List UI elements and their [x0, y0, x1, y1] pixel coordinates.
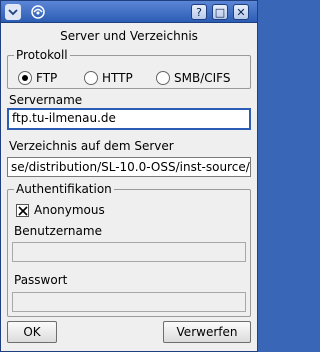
directory-input[interactable]: se/distribution/SL-10.0-OSS/inst-source/ — [7, 157, 251, 177]
close-button[interactable]: ✕ — [233, 4, 249, 20]
protocol-group: Protokoll FTP HTTP SMB/CIFS — [7, 48, 251, 89]
ok-button[interactable]: OK — [7, 321, 57, 343]
password-label: Passwort — [14, 273, 68, 287]
anonymous-checkbox[interactable]: Anonymous — [16, 202, 105, 218]
cancel-button[interactable]: Verwerfen — [163, 321, 251, 343]
radio-smb[interactable]: SMB/CIFS — [156, 69, 230, 87]
server-input[interactable]: ftp.tu-ilmenau.de — [7, 108, 251, 130]
anonymous-checkbox-box[interactable] — [16, 203, 29, 217]
radio-ftp-indicator[interactable] — [18, 71, 32, 85]
username-label: Benutzername — [14, 224, 102, 238]
anonymous-label: Anonymous — [34, 203, 105, 217]
auth-group: Authentifikation Anonymous Benutzername … — [7, 182, 251, 317]
directory-label: Verzeichnis auf dem Server — [9, 139, 174, 153]
password-input[interactable] — [12, 292, 246, 312]
title-bar[interactable]: ? □ ✕ — [1, 1, 257, 23]
radio-http-indicator[interactable] — [84, 71, 98, 85]
server-label: Servername — [9, 93, 83, 107]
radio-smb-indicator[interactable] — [156, 71, 170, 85]
radio-ftp[interactable]: FTP — [18, 69, 57, 87]
radio-ftp-label: FTP — [36, 71, 58, 85]
protocol-group-label: Protokoll — [14, 48, 70, 62]
help-button[interactable]: ? — [191, 4, 207, 20]
radio-smb-label: SMB/CIFS — [174, 71, 231, 85]
dialog-title: Server und Verzeichnis — [60, 29, 198, 43]
suse-logo-icon — [29, 4, 47, 20]
radio-http[interactable]: HTTP — [84, 69, 133, 87]
username-input[interactable] — [12, 242, 246, 262]
auth-group-label: Authentifikation — [14, 182, 114, 196]
window-menu-icon[interactable] — [5, 4, 21, 20]
maximize-button[interactable]: □ — [212, 4, 228, 20]
dialog-window: ? □ ✕ Server und Verzeichnis Protokoll F… — [0, 0, 258, 352]
radio-http-label: HTTP — [102, 71, 133, 85]
